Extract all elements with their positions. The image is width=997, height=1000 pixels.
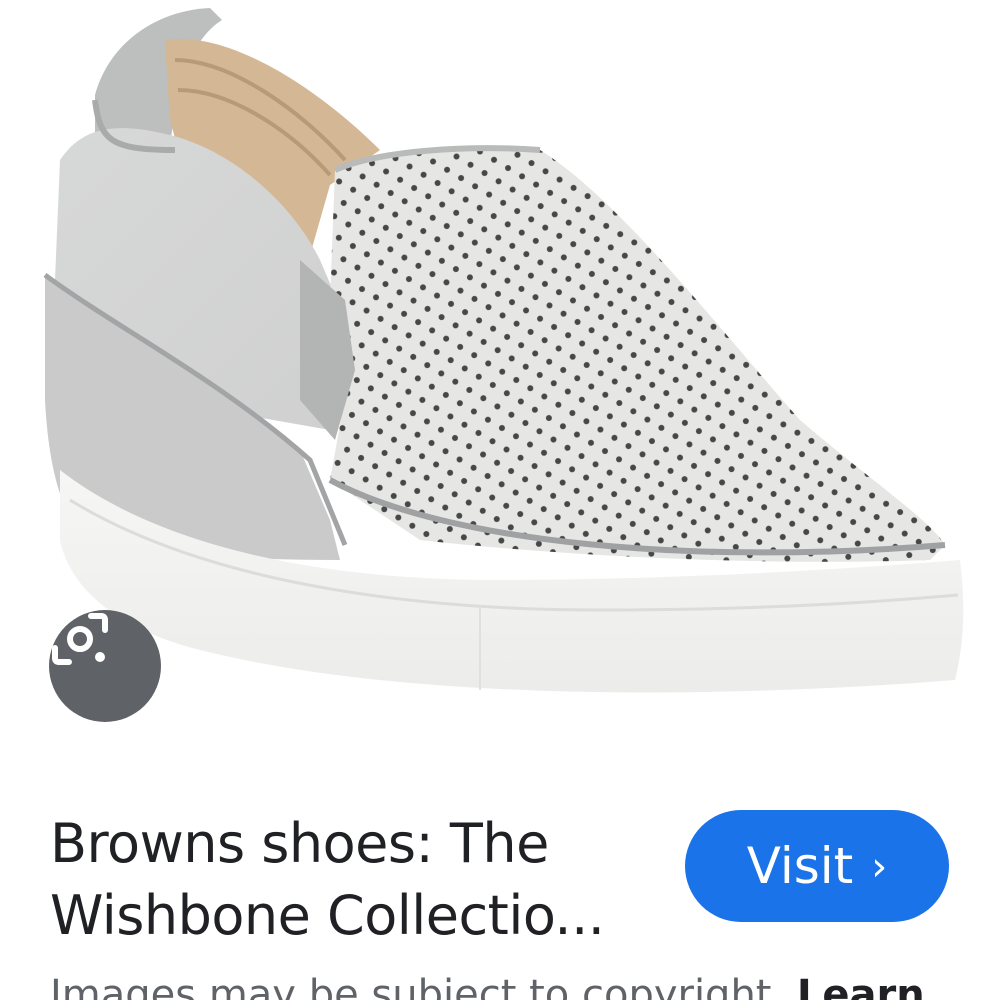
result-title[interactable]: Browns shoes: The Wishbone Collectio...: [50, 808, 650, 952]
google-lens-icon: [52, 613, 108, 665]
copyright-disclaimer: Images may be subject to copyright. Lear…: [50, 965, 950, 1000]
result-title-line2: Wishbone Collectio...: [50, 884, 605, 947]
lens-search-button[interactable]: [49, 610, 161, 722]
result-title-line1: Browns shoes: The: [50, 812, 549, 875]
visit-button[interactable]: Visit ›: [685, 810, 949, 922]
visit-label: Visit: [746, 837, 854, 895]
chevron-right-icon: ›: [871, 844, 888, 890]
learn-more-link[interactable]: Learn: [797, 972, 925, 1000]
result-image[interactable]: [0, 0, 997, 760]
disclaimer-text: Images may be subject to copyright.: [50, 972, 785, 1000]
